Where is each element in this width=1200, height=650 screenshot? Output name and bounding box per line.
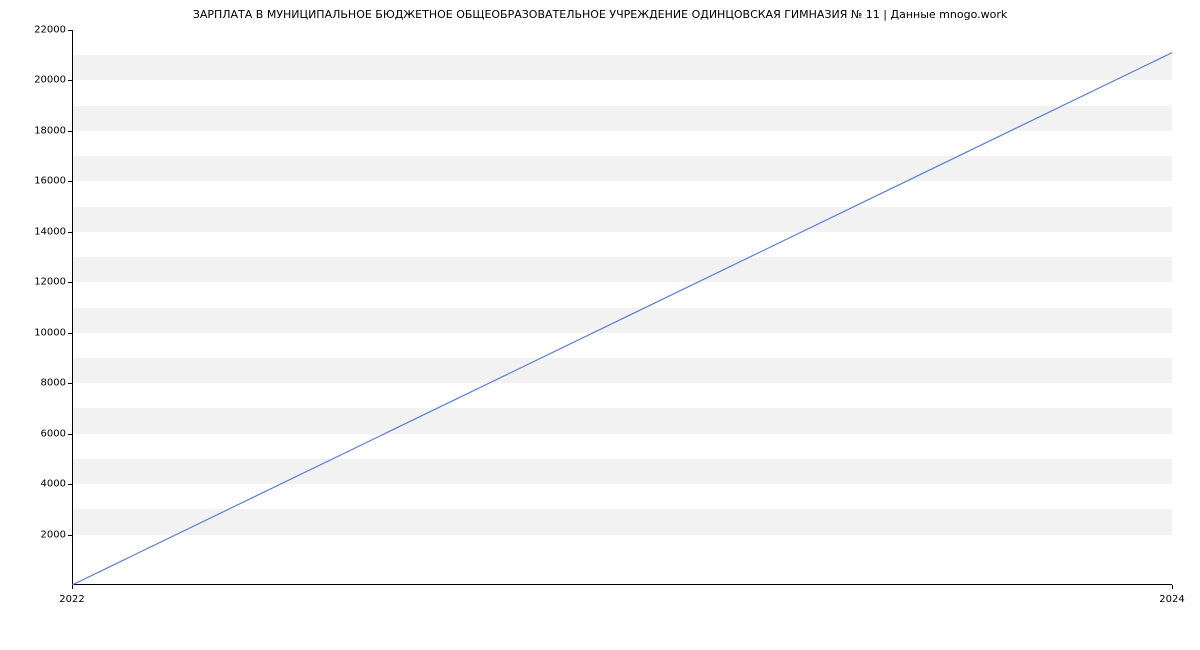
y-tick-mark [68, 333, 72, 334]
chart-title: ЗАРПЛАТА В МУНИЦИПАЛЬНОЕ БЮДЖЕТНОЕ ОБЩЕО… [0, 0, 1200, 21]
x-axis-line [72, 584, 1172, 585]
grid-band [72, 55, 1172, 80]
grid-band [72, 509, 1172, 534]
y-tick-label: 4000 [0, 479, 66, 490]
y-tick-mark [68, 30, 72, 31]
grid-band [72, 459, 1172, 484]
grid-band [72, 308, 1172, 333]
y-tick-label: 14000 [0, 226, 66, 237]
y-tick-label: 8000 [0, 378, 66, 389]
y-tick-mark [68, 484, 72, 485]
y-tick-mark [68, 232, 72, 233]
y-tick-label: 10000 [0, 327, 66, 338]
grid-band [72, 358, 1172, 383]
y-tick-label: 6000 [0, 428, 66, 439]
y-tick-label: 22000 [0, 25, 66, 36]
x-tick-label: 2024 [1159, 594, 1184, 605]
y-tick-mark [68, 80, 72, 81]
y-tick-label: 2000 [0, 529, 66, 540]
grid-band [72, 156, 1172, 181]
grid-band [72, 408, 1172, 433]
grid-band [72, 257, 1172, 282]
y-tick-label: 18000 [0, 125, 66, 136]
plot-area: 20222024 [72, 30, 1172, 585]
y-tick-mark [68, 383, 72, 384]
y-tick-mark [68, 181, 72, 182]
y-axis-line [72, 30, 73, 585]
grid-band [72, 207, 1172, 232]
x-tick-mark [1172, 585, 1173, 589]
y-tick-label: 12000 [0, 277, 66, 288]
y-tick-mark [68, 535, 72, 536]
y-tick-label: 20000 [0, 75, 66, 86]
y-tick-label: 16000 [0, 176, 66, 187]
y-tick-mark [68, 282, 72, 283]
x-tick-label: 2022 [59, 594, 84, 605]
grid-band [72, 106, 1172, 131]
y-tick-mark [68, 434, 72, 435]
x-tick-mark [72, 585, 73, 589]
y-tick-mark [68, 131, 72, 132]
